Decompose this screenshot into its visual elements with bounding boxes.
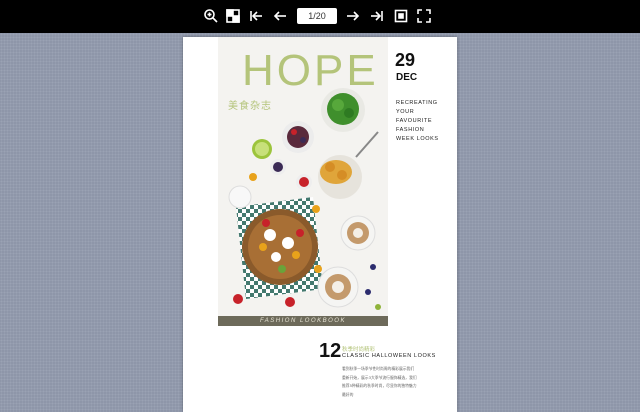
issue-number: 12 xyxy=(319,340,342,362)
grid-icon xyxy=(226,9,240,23)
first-page-button[interactable] xyxy=(247,7,265,25)
tagline: RECREATING YOUR FAVOURITE FASHION WEEK L… xyxy=(396,99,456,144)
first-page-icon xyxy=(250,11,262,21)
zoom-in-icon xyxy=(204,9,218,23)
cover-photo: HOPE 美食杂志 xyxy=(218,37,388,319)
thumbnails-button[interactable] xyxy=(224,7,242,25)
body-line: 看到秋季一场季节性时尚周的精彩展示我们 xyxy=(342,366,415,371)
tagline-line: FAVOURITE xyxy=(396,118,433,124)
date-month: DEC xyxy=(396,72,418,83)
body-line: 重新开始，展示3大季节流行服饰精选，我们 xyxy=(342,374,417,380)
last-page-icon xyxy=(371,11,383,21)
page-indicator[interactable]: 1/20 xyxy=(297,8,337,24)
date-day: 29 xyxy=(395,50,416,70)
fullscreen-icon xyxy=(417,9,431,23)
fullscreen-button[interactable] xyxy=(415,7,433,25)
magazine-title: HOPE xyxy=(242,46,379,95)
issue-heading-en: CLASSIC HALLOWEEN LOOKS xyxy=(342,353,436,359)
tagline-line: RECREATING xyxy=(396,100,438,106)
body-line: 最好的 xyxy=(342,391,354,397)
arrow-right-icon xyxy=(347,11,360,21)
prev-page-button[interactable] xyxy=(271,7,289,25)
viewer-toolbar: 1/20 xyxy=(0,0,640,33)
magazine-subtitle-cn: 美食杂志 xyxy=(228,101,272,112)
next-page-button[interactable] xyxy=(344,7,362,25)
caption-bar: FASHION LOOKBOOK xyxy=(218,316,388,326)
last-page-button[interactable] xyxy=(368,7,386,25)
tagline-line: WEEK LOOKS xyxy=(396,136,439,142)
fit-icon xyxy=(394,9,408,23)
tagline-line: FASHION xyxy=(396,127,425,133)
issue-heading-cn: 秋季时尚精彩 xyxy=(342,347,376,353)
zoom-in-button[interactable] xyxy=(202,7,220,25)
tagline-line: YOUR xyxy=(396,109,415,115)
body-line: 推荐5种精彩的秋季时尚，尽显你的独特魅力 xyxy=(342,383,417,388)
body-text: 看到秋季一场季节性时尚周的精彩展示我们 重新开始，展示3大季节流行服饰精选，我们… xyxy=(342,365,434,399)
arrow-left-icon xyxy=(273,11,286,21)
fit-page-button[interactable] xyxy=(392,7,410,25)
magazine-page: HOPE 美食杂志 FASHION LOOKBOOK 29 DEC RECREA… xyxy=(183,37,457,412)
